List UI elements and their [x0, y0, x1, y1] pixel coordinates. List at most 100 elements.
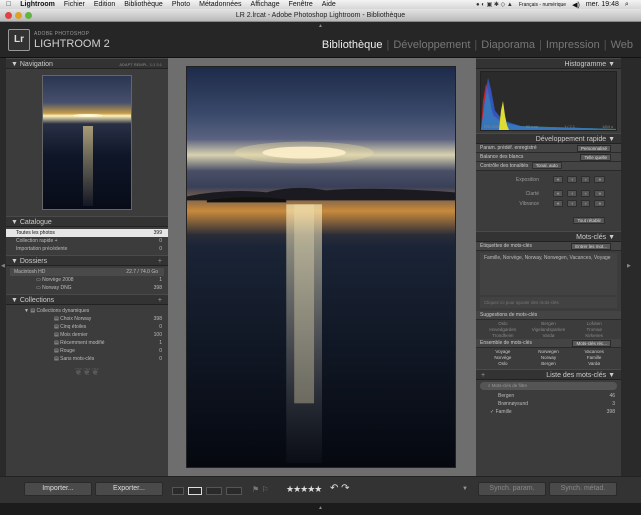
- auto-tone-button[interactable]: Tonal. auto: [531, 162, 562, 169]
- keyword-tags-dropdown[interactable]: Entrer les mot...: [571, 243, 611, 250]
- sync-metadata-button[interactable]: Synch. métad.: [549, 482, 617, 496]
- zoom-window-icon[interactable]: [25, 12, 32, 19]
- filmstrip-collapsed[interactable]: ▲: [0, 503, 641, 515]
- apple-icon[interactable]: : [6, 1, 11, 8]
- keyword-set-dropdown[interactable]: Mots-clés réc...: [572, 340, 611, 347]
- suggestion-keyword[interactable]: Tromsø: [571, 327, 617, 332]
- navigator-header[interactable]: ▼ Navigation ADAPT REMPL. 1:1 3:1: [6, 58, 168, 69]
- module-diaporama[interactable]: Diaporama: [481, 39, 535, 51]
- module-bibliotheque[interactable]: Bibliothèque: [322, 39, 383, 51]
- menu-metadonnees[interactable]: Métadonnées: [199, 1, 241, 8]
- preset-dropdown[interactable]: Personnalisé: [576, 145, 611, 152]
- star-rating[interactable]: ★★★★★: [286, 484, 322, 495]
- menu-affichage[interactable]: Affichage: [251, 1, 280, 8]
- collection-item[interactable]: ▤ Sans mots-clés 0: [6, 355, 168, 363]
- navigator-preview[interactable]: [42, 75, 132, 210]
- suggestion-keyword[interactable]: Hovedgarden: [480, 327, 526, 332]
- menu-bibliotheque[interactable]: Bibliothèque: [124, 1, 163, 8]
- set-keyword[interactable]: Norvège: [480, 355, 526, 360]
- folder-item[interactable]: ▭ Norvège 2008 1: [6, 276, 168, 284]
- collapse-left-icon[interactable]: ◀: [1, 263, 5, 269]
- reset-all-button[interactable]: Tout rétablir: [573, 217, 605, 224]
- rotate-icons[interactable]: ↶ ↷: [330, 483, 350, 494]
- collection-item[interactable]: ▤ Récemment modifié 1: [6, 339, 168, 347]
- menu-edition[interactable]: Edition: [94, 1, 115, 8]
- folder-item[interactable]: ▭ Norway DNG 398: [6, 284, 168, 292]
- keyboard-layout[interactable]: Français - numérique: [519, 2, 566, 8]
- keyword-tags-text[interactable]: Famille, Norvège, Norway, Norwegen, Vaca…: [480, 253, 617, 295]
- keyword-list-header[interactable]: + Liste des mots-clés ▼: [476, 369, 621, 380]
- module-impression[interactable]: Impression: [546, 39, 600, 51]
- suggestions-header[interactable]: Suggestions de mots-clés: [476, 311, 621, 320]
- set-keyword[interactable]: Vardø: [571, 361, 617, 366]
- collection-item[interactable]: ▤ Rouge 0: [6, 347, 168, 355]
- grid-view-icon[interactable]: [172, 487, 184, 495]
- keyword-list-item[interactable]: Brønnøysund 3: [476, 400, 621, 408]
- right-edge[interactable]: ▶: [621, 58, 641, 476]
- module-developpement[interactable]: Développement: [393, 39, 470, 51]
- minimize-window-icon[interactable]: [15, 12, 22, 19]
- loupe-view[interactable]: [168, 58, 476, 476]
- histogram-header[interactable]: Histogramme ▼: [476, 58, 621, 69]
- spotlight-icon[interactable]: ⌕: [625, 1, 629, 9]
- keyword-list-item[interactable]: Bergen 46: [476, 392, 621, 400]
- suggestion-keyword[interactable]: Lofoten: [571, 321, 617, 326]
- folders-header[interactable]: ▼ Dossiers +: [6, 255, 168, 266]
- keywording-header[interactable]: Mots-clés ▼: [476, 231, 621, 242]
- status-icons[interactable]: ● ◐ ▣ ✱ ◇ ▲: [476, 1, 513, 8]
- collapse-right-icon[interactable]: ▶: [627, 263, 631, 269]
- module-web[interactable]: Web: [611, 39, 633, 51]
- add-keyword-icon[interactable]: +: [481, 370, 485, 381]
- collection-item[interactable]: ▤ Cinq étoiles 0: [6, 323, 168, 331]
- suggestion-keyword[interactable]: Trondheim: [480, 333, 526, 338]
- sync-settings-button[interactable]: Synch. param.: [478, 482, 546, 496]
- suggestion-keyword[interactable]: Bergen: [526, 321, 572, 326]
- collections-header[interactable]: ▼ Collections +: [6, 294, 168, 305]
- export-button[interactable]: Exporter...: [95, 482, 163, 496]
- set-keyword[interactable]: Bergen: [526, 361, 572, 366]
- keyword-filter-input[interactable]: ⌕ Mots-clés de filtre: [480, 382, 617, 390]
- set-keyword[interactable]: Oslo: [480, 361, 526, 366]
- suggestion-keyword[interactable]: Kirkenes: [571, 333, 617, 338]
- menu-aide[interactable]: Aide: [322, 1, 336, 8]
- menu-fichier[interactable]: Fichier: [64, 1, 85, 8]
- collapse-top-icon[interactable]: ▲: [318, 23, 323, 29]
- set-keyword[interactable]: Norwegen: [526, 349, 572, 354]
- toolbar-menu-icon[interactable]: ▼: [462, 486, 468, 492]
- collection-item[interactable]: ▤ Mois dernier 100: [6, 331, 168, 339]
- catalog-item-previous[interactable]: Importation précédente 0: [6, 245, 168, 253]
- import-button[interactable]: Importer...: [24, 482, 92, 496]
- disk-macintosh-hd[interactable]: Macintosh HD 22.7 / 74.0 Go: [10, 268, 164, 276]
- add-folder-icon[interactable]: +: [158, 256, 162, 267]
- catalog-item-all[interactable]: Toutes les photos 399: [6, 229, 168, 237]
- catalog-item-quick[interactable]: Collection rapide +0: [6, 237, 168, 245]
- set-keyword[interactable]: Norway: [526, 355, 572, 360]
- compare-view-icon[interactable]: [206, 487, 222, 495]
- white-balance-dropdown[interactable]: Telle quelle: [580, 154, 611, 161]
- main-photo[interactable]: [186, 66, 456, 468]
- histogram[interactable]: ISO 200 60 mm f / 7,1 1/64 s: [480, 71, 617, 131]
- set-keyword[interactable]: Vacances: [571, 349, 617, 354]
- flag-icons[interactable]: ⚑ ⚐: [252, 485, 269, 494]
- navigator-zoom-options[interactable]: ADAPT REMPL. 1:1 3:1: [119, 59, 162, 70]
- catalog-header[interactable]: ▼ Catalogue: [6, 216, 168, 227]
- clarity-buttons[interactable]: « ‹ › »: [551, 190, 605, 197]
- collection-item[interactable]: ▤ Choix Norway 398: [6, 315, 168, 323]
- volume-icon[interactable]: ◀): [572, 1, 580, 9]
- quick-develop-header[interactable]: Développement rapide ▼: [476, 133, 621, 144]
- collection-group[interactable]: ▼ ▤ Collections dynamiques: [6, 307, 168, 315]
- vibrance-buttons[interactable]: « ‹ › »: [551, 200, 605, 207]
- menu-photo[interactable]: Photo: [172, 1, 190, 8]
- close-window-icon[interactable]: [5, 12, 12, 19]
- suggestion-keyword[interactable]: Vardø: [526, 333, 572, 338]
- add-collection-icon[interactable]: +: [158, 295, 162, 306]
- collapse-bottom-icon[interactable]: ▲: [318, 505, 323, 511]
- menu-lightroom[interactable]: Lightroom: [20, 1, 55, 8]
- exposure-buttons[interactable]: « ‹ › »: [551, 176, 605, 183]
- menu-fenetre[interactable]: Fenêtre: [289, 1, 313, 8]
- add-keywords-field[interactable]: Cliquez ici pour ajouter des mots-clés: [480, 297, 617, 308]
- keyword-list-item[interactable]: ✓ Famille 398: [476, 408, 621, 416]
- set-keyword[interactable]: Famille: [571, 355, 617, 360]
- survey-view-icon[interactable]: [226, 487, 242, 495]
- clock[interactable]: mer. 19:48: [586, 1, 619, 8]
